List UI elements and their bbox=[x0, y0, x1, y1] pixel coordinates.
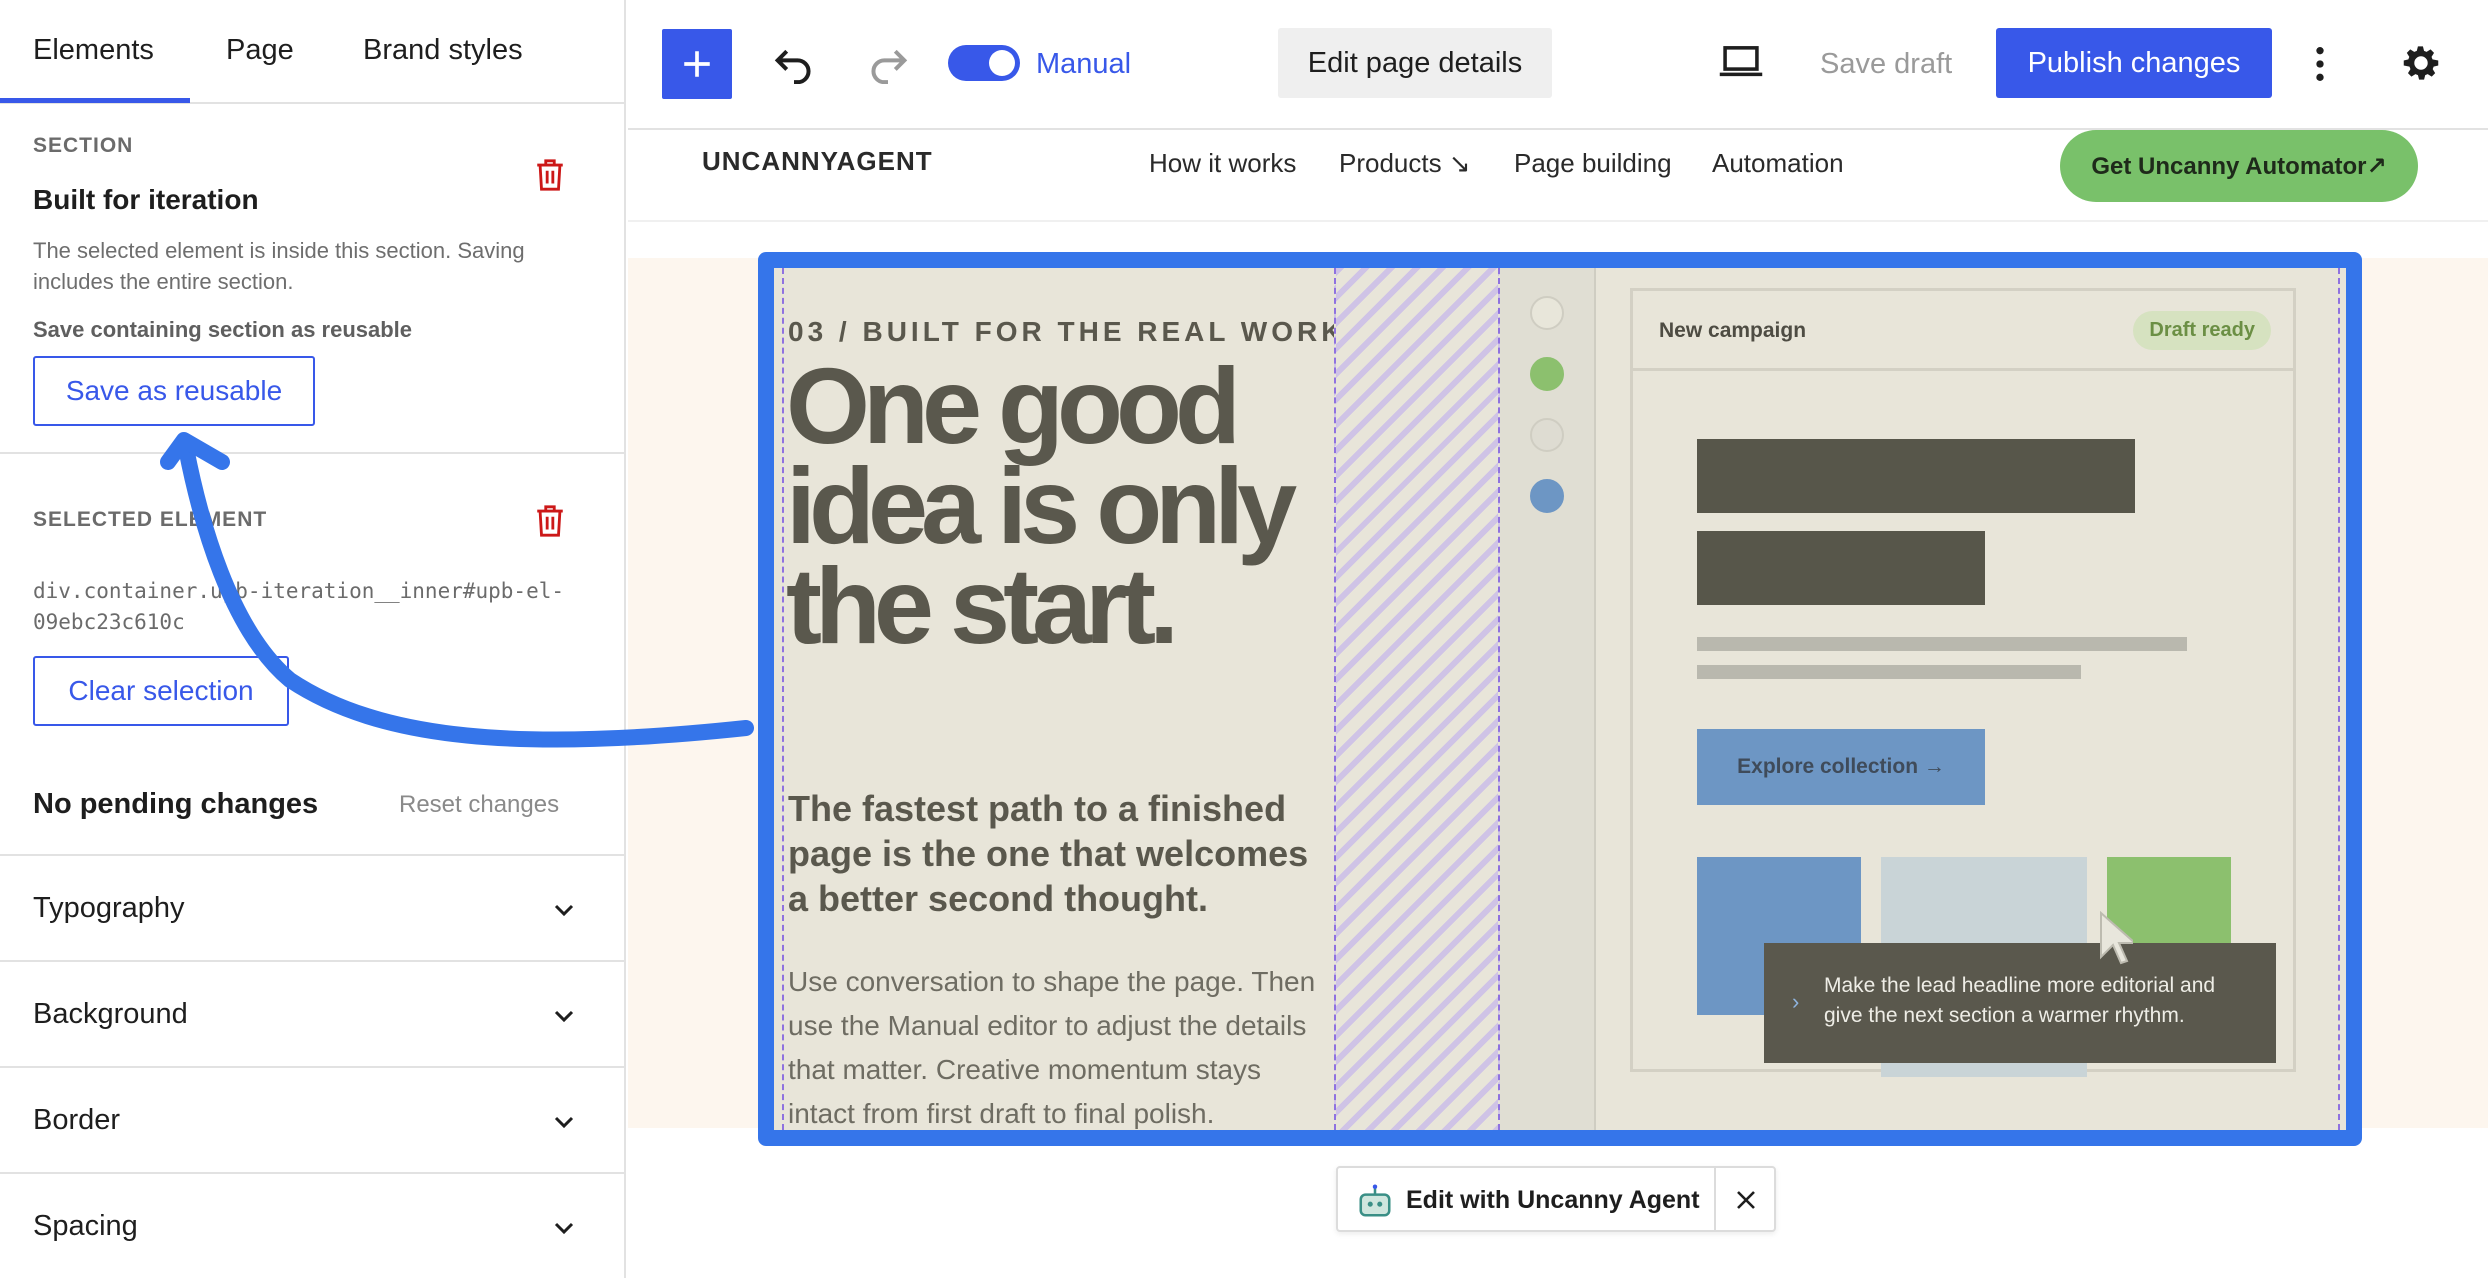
section-description: The selected element is inside this sect… bbox=[33, 238, 525, 294]
rail-dot bbox=[1530, 296, 1564, 330]
clear-selection-button[interactable]: Clear selection bbox=[33, 656, 289, 726]
publish-changes-button[interactable]: Publish changes bbox=[1996, 28, 2272, 98]
edit-with-agent-bar[interactable]: Edit with Uncanny Agent bbox=[1336, 1166, 1776, 1232]
nav-automation[interactable]: Automation bbox=[1712, 148, 1844, 179]
reusable-hint: Save containing section as reusable bbox=[33, 317, 413, 342]
accordion-label: Border bbox=[33, 1104, 121, 1136]
desktop-preview-icon[interactable] bbox=[1718, 44, 1764, 80]
settings-sidebar: Elements Page Brand styles Section Built… bbox=[0, 0, 626, 1278]
undo-icon[interactable] bbox=[772, 44, 816, 84]
chevron-down-icon bbox=[554, 1010, 574, 1023]
chevron-down-icon bbox=[554, 1222, 574, 1235]
save-draft-button[interactable]: Save draft bbox=[1820, 48, 1952, 81]
nav-products[interactable]: Products ↘ bbox=[1339, 148, 1471, 179]
add-block-button[interactable] bbox=[662, 29, 732, 99]
more-options-icon[interactable] bbox=[2314, 44, 2326, 84]
section-label: Section bbox=[33, 134, 134, 157]
explore-collection-button[interactable]: Explore collection → bbox=[1697, 729, 1985, 805]
selected-section[interactable]: 03 / BUILT FOR THE REAL WORK One good id… bbox=[758, 252, 2362, 1146]
section-headline[interactable]: One good idea is only the start. bbox=[786, 352, 1326, 660]
divider bbox=[0, 452, 626, 454]
placeholder-line bbox=[1697, 665, 2081, 679]
tab-elements[interactable]: Elements bbox=[33, 34, 154, 67]
guide-line bbox=[2338, 268, 2340, 1130]
cursor-icon bbox=[2100, 911, 2133, 965]
selected-element-label: Selected element bbox=[33, 508, 268, 531]
rail-dot bbox=[1530, 357, 1564, 391]
delete-section-icon[interactable] bbox=[533, 156, 567, 194]
element-selector: div.container.upb-iteration__inner#upb-e… bbox=[33, 579, 565, 634]
active-tab-indicator bbox=[0, 98, 190, 103]
plus-icon bbox=[684, 51, 710, 77]
mock-title: New campaign bbox=[1659, 319, 1807, 342]
chevron-down-icon bbox=[554, 1116, 574, 1129]
placeholder-block bbox=[1697, 439, 2135, 513]
settings-gear-icon[interactable] bbox=[2398, 40, 2444, 86]
accordion-background[interactable]: Background bbox=[0, 960, 626, 1066]
sidebar-tabs: Elements Page Brand styles bbox=[0, 0, 624, 104]
accordion-typography[interactable]: Typography bbox=[0, 854, 626, 960]
delete-element-icon[interactable] bbox=[533, 502, 567, 540]
tooltip-text: Make the lead headline more editorial an… bbox=[1824, 974, 2216, 1027]
accordion-label: Spacing bbox=[33, 1210, 138, 1242]
placeholder-block bbox=[1697, 531, 1985, 605]
accordion-border[interactable]: Border bbox=[0, 1066, 626, 1172]
editor-toolbar: Manual Edit page details Save draft Publ… bbox=[628, 0, 2488, 130]
rail-dot bbox=[1530, 479, 1564, 513]
accordion-label: Typography bbox=[33, 892, 185, 924]
accordion-label: Background bbox=[33, 998, 188, 1030]
nav-page-building[interactable]: Page building bbox=[1514, 148, 1672, 179]
edit-with-agent-label[interactable]: Edit with Uncanny Agent bbox=[1406, 1186, 1700, 1215]
tab-brand-styles[interactable]: Brand styles bbox=[363, 34, 523, 67]
close-icon[interactable] bbox=[1734, 1188, 1758, 1212]
site-logo[interactable]: UNCANNYAGENT bbox=[702, 146, 933, 177]
manual-mode-label: Manual bbox=[1036, 48, 1132, 80]
section-body[interactable]: Use conversation to shape the page. Then… bbox=[788, 960, 1328, 1130]
chevron-down-icon bbox=[554, 904, 574, 917]
section-eyebrow[interactable]: 03 / BUILT FOR THE REAL WORK bbox=[788, 316, 1345, 348]
accordion-spacing[interactable]: Spacing bbox=[0, 1172, 626, 1278]
chevron-right-icon: › bbox=[1792, 989, 1800, 1014]
edit-page-details-button[interactable]: Edit page details bbox=[1278, 28, 1552, 98]
redo-icon[interactable] bbox=[866, 44, 910, 84]
section-subhead[interactable]: The fastest path to a finished page is t… bbox=[788, 786, 1328, 921]
nav-how-it-works[interactable]: How it works bbox=[1149, 148, 1296, 179]
divider bbox=[1714, 1168, 1716, 1230]
campaign-mockup[interactable]: New campaign Draft ready Explore collect… bbox=[1630, 288, 2296, 1077]
column-gap-overlay bbox=[1334, 268, 1500, 1130]
agent-suggestion-tooltip[interactable]: › Make the lead headline more editorial … bbox=[1764, 943, 2276, 1063]
save-as-reusable-button[interactable]: Save as reusable bbox=[33, 356, 315, 426]
get-uncanny-automator-button[interactable]: Get Uncanny Automator↗ bbox=[2060, 130, 2418, 202]
rail-dot bbox=[1530, 418, 1564, 452]
mock-header: New campaign Draft ready bbox=[1633, 291, 2293, 371]
placeholder-line bbox=[1697, 637, 2187, 651]
robot-icon bbox=[1359, 1184, 1391, 1217]
pending-status: No pending changes bbox=[33, 788, 319, 820]
draft-ready-badge: Draft ready bbox=[2133, 311, 2271, 350]
site-header: UNCANNYAGENT How it works Products ↘ Pag… bbox=[628, 130, 2488, 222]
tab-page[interactable]: Page bbox=[226, 34, 294, 67]
text-column[interactable]: 03 / BUILT FOR THE REAL WORK One good id… bbox=[774, 268, 1341, 1130]
manual-mode-toggle[interactable] bbox=[948, 45, 1020, 81]
reset-changes-button[interactable]: Reset changes bbox=[399, 789, 559, 820]
mock-rail bbox=[1500, 268, 1596, 1130]
section-title: Built for iteration bbox=[33, 184, 259, 215]
editor-canvas: UNCANNYAGENT How it works Products ↘ Pag… bbox=[628, 130, 2488, 1278]
